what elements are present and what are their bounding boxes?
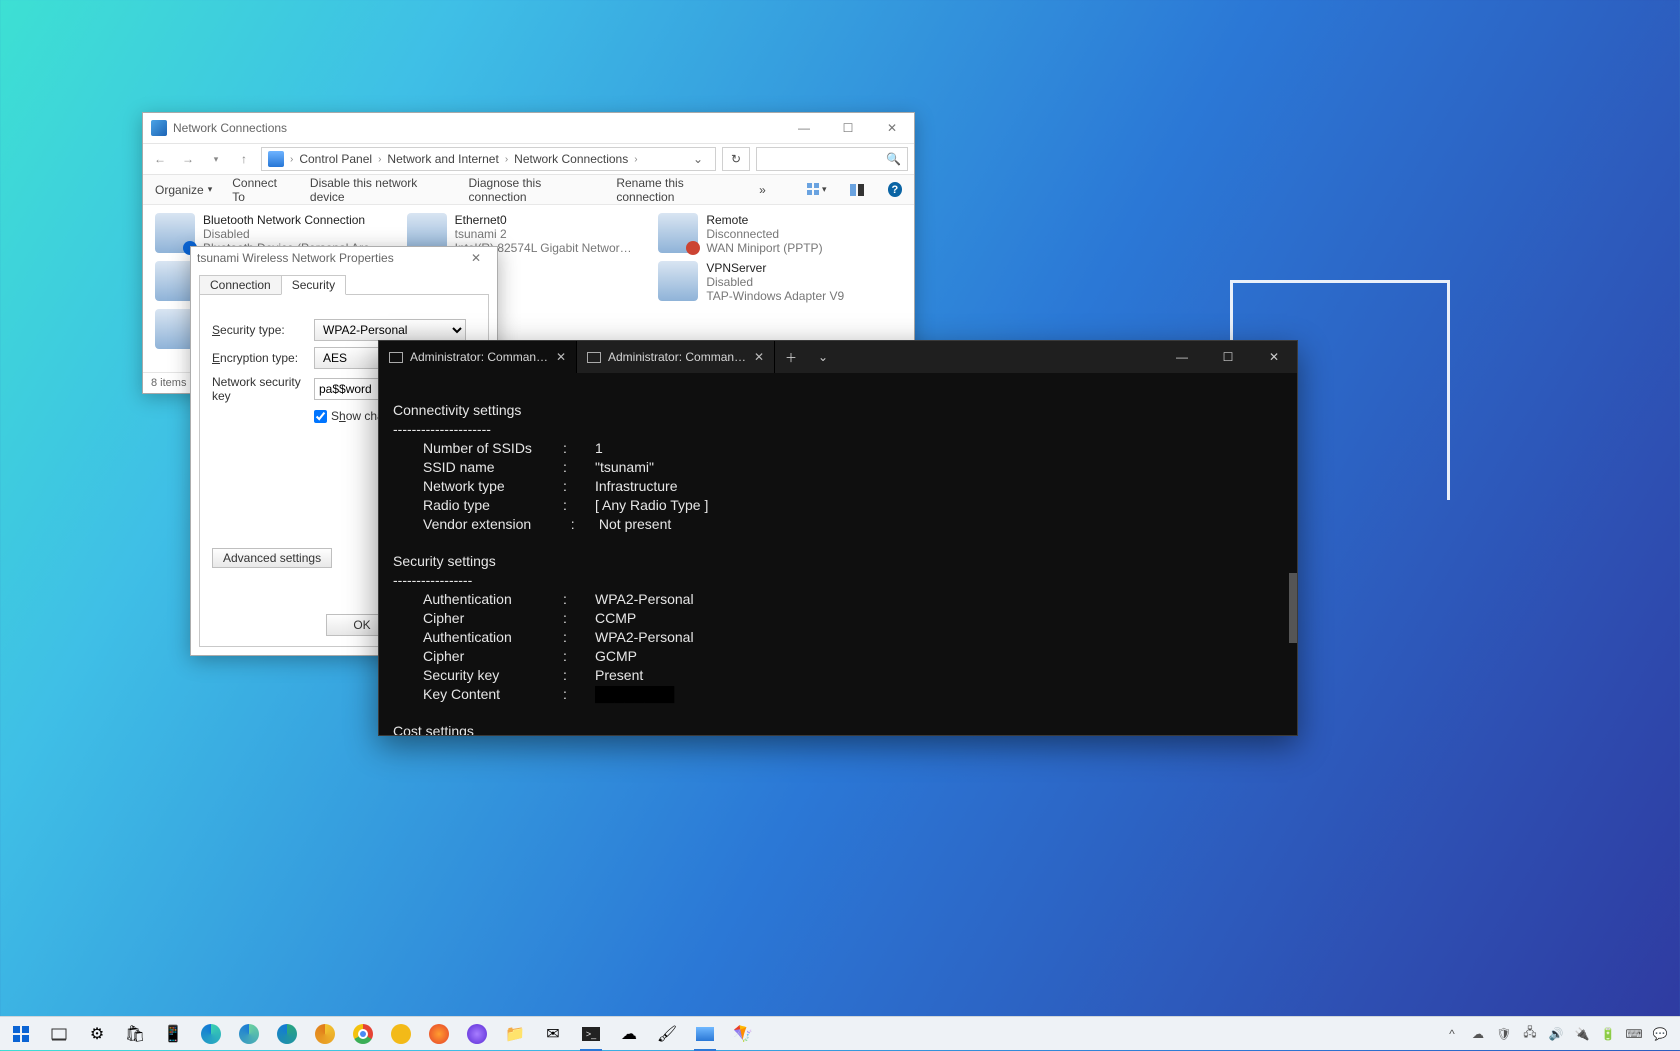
phone-icon[interactable]: 📱 — [156, 1017, 190, 1051]
action-center-icon[interactable]: 💬 — [1652, 1026, 1668, 1042]
edge-canary-icon[interactable] — [308, 1017, 342, 1051]
search-input[interactable]: 🔍 — [756, 147, 908, 171]
advanced-settings-button[interactable]: Advanced settings — [212, 548, 332, 568]
back-button[interactable]: ← — [149, 148, 171, 170]
firefox-icon[interactable] — [422, 1017, 456, 1051]
tab-dropdown-button[interactable]: ⌄ — [807, 341, 839, 373]
overflow-button[interactable]: » — [759, 183, 766, 197]
diagnose-button[interactable]: Diagnose this connection — [469, 176, 597, 204]
terminal-tabstrip: Administrator: Command Prompt ✕ Administ… — [379, 341, 1297, 373]
network-tray-icon[interactable]: 🖧 — [1522, 1026, 1538, 1042]
close-button[interactable]: ✕ — [461, 251, 491, 265]
control-panel-taskbar-icon[interactable] — [688, 1017, 722, 1051]
terminal-output[interactable]: Connectivity settings ------------------… — [379, 373, 1297, 735]
connect-to-button[interactable]: Connect To — [232, 176, 290, 204]
network-icon — [151, 120, 167, 136]
encryption-type-label: Encryption type: — [212, 351, 314, 365]
control-panel-icon — [268, 151, 284, 167]
breadcrumb[interactable]: › Control Panel› Network and Internet› N… — [261, 147, 716, 171]
taskbar: ⚙ 🛍 📱 📁 ✉ >_ ☁ 🖌 🪁 ^ ☁ 🛡 🖧 🔊 🔌 🔋 ⌨ 💬 — [0, 1016, 1680, 1050]
maximize-button[interactable]: ☐ — [826, 113, 870, 143]
paint-icon[interactable]: 🖌 — [650, 1017, 684, 1051]
chrome-icon[interactable] — [346, 1017, 380, 1051]
connection-remote[interactable]: RemoteDisconnectedWAN Miniport (PPTP) — [656, 211, 904, 257]
search-icon: 🔍 — [886, 152, 901, 166]
minimize-button[interactable]: — — [782, 113, 826, 143]
forward-button[interactable]: → — [177, 148, 199, 170]
edge-beta-icon[interactable] — [232, 1017, 266, 1051]
file-explorer-icon[interactable]: 📁 — [498, 1017, 532, 1051]
close-tab-icon[interactable]: ✕ — [754, 350, 764, 364]
task-view-button[interactable] — [42, 1017, 76, 1051]
recent-dropdown[interactable]: ▾ — [205, 148, 227, 170]
titlebar[interactable]: Network Connections — ☐ ✕ — [143, 113, 914, 143]
security-key-label: Network security key — [212, 375, 314, 403]
redacted-key-content: ████████ — [595, 686, 674, 702]
disable-device-button[interactable]: Disable this network device — [310, 176, 449, 204]
mail-icon[interactable]: ✉ — [536, 1017, 570, 1051]
window-title: Network Connections — [173, 121, 782, 135]
dialog-titlebar[interactable]: tsunami Wireless Network Properties ✕ — [191, 247, 497, 269]
tab-security[interactable]: Security — [281, 275, 346, 295]
rename-button[interactable]: Rename this connection — [616, 176, 739, 204]
view-options-button[interactable]: ▾ — [806, 179, 827, 201]
address-bar-row: ← → ▾ ↑ › Control Panel› Network and Int… — [143, 143, 914, 175]
terminal-tab-2[interactable]: Administrator: Command Prompt ✕ — [577, 341, 775, 373]
cmd-icon — [389, 352, 403, 363]
crumb-network-connections[interactable]: Network Connections — [514, 152, 628, 166]
dialog-title: tsunami Wireless Network Properties — [197, 251, 461, 265]
crumb-control-panel[interactable]: Control Panel — [299, 152, 372, 166]
chevron-down-icon[interactable]: ⌄ — [687, 152, 709, 166]
show-characters-checkbox[interactable] — [314, 410, 327, 423]
battery-icon[interactable]: 🔋 — [1600, 1026, 1616, 1042]
terminal-window: Administrator: Command Prompt ✕ Administ… — [378, 340, 1298, 736]
preview-pane-button[interactable] — [847, 179, 868, 201]
close-tab-icon[interactable]: ✕ — [556, 350, 566, 364]
cmd-icon — [587, 352, 601, 363]
disconnected-icon — [686, 241, 700, 255]
tray-chevron-icon[interactable]: ^ — [1444, 1026, 1460, 1042]
chrome-canary-icon[interactable] — [384, 1017, 418, 1051]
app-icon[interactable]: 🪁 — [726, 1017, 760, 1051]
edge-icon[interactable] — [194, 1017, 228, 1051]
refresh-button[interactable]: ↻ — [722, 147, 750, 171]
onedrive-icon[interactable]: ☁ — [612, 1017, 646, 1051]
new-tab-button[interactable]: ＋ — [775, 341, 807, 373]
help-button[interactable]: ? — [888, 182, 902, 197]
close-button[interactable]: ✕ — [870, 113, 914, 143]
maximize-button[interactable]: ☐ — [1205, 341, 1251, 373]
terminal-taskbar-icon[interactable]: >_ — [574, 1017, 608, 1051]
defender-icon[interactable]: 🛡 — [1496, 1026, 1512, 1042]
crumb-network-internet[interactable]: Network and Internet — [387, 152, 498, 166]
usb-icon[interactable]: 🔌 — [1574, 1026, 1590, 1042]
organize-menu[interactable]: Organize ▾ — [155, 183, 212, 197]
tab-connection[interactable]: Connection — [199, 275, 282, 295]
settings-icon[interactable]: ⚙ — [80, 1017, 114, 1051]
up-button[interactable]: ↑ — [233, 148, 255, 170]
close-button[interactable]: ✕ — [1251, 341, 1297, 373]
security-type-select[interactable]: WPA2-Personal — [314, 319, 466, 341]
firefox-nightly-icon[interactable] — [460, 1017, 494, 1051]
connection-vpnserver[interactable]: VPNServerDisabledTAP-Windows Adapter V9 — [656, 259, 904, 305]
minimize-button[interactable]: — — [1159, 341, 1205, 373]
store-icon[interactable]: 🛍 — [118, 1017, 152, 1051]
security-type-label: Security type: — [212, 323, 314, 337]
command-bar: Organize ▾ Connect To Disable this netwo… — [143, 175, 914, 205]
volume-icon[interactable]: 🔊 — [1548, 1026, 1564, 1042]
input-icon[interactable]: ⌨ — [1626, 1026, 1642, 1042]
start-button[interactable] — [4, 1017, 38, 1051]
onedrive-tray-icon[interactable]: ☁ — [1470, 1026, 1486, 1042]
terminal-scrollbar[interactable] — [1289, 373, 1297, 735]
system-tray: ^ ☁ 🛡 🖧 🔊 🔌 🔋 ⌨ 💬 — [1444, 1026, 1676, 1042]
terminal-tab-1[interactable]: Administrator: Command Prompt ✕ — [379, 341, 577, 373]
edge-dev-icon[interactable] — [270, 1017, 304, 1051]
